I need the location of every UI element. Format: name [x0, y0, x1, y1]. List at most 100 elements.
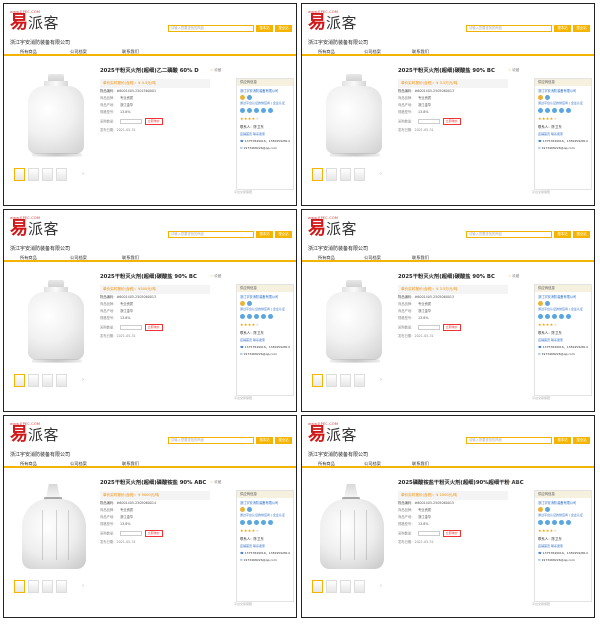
- collect-button[interactable]: ☆ 收藏: [210, 68, 221, 73]
- thumbnail[interactable]: [326, 374, 337, 387]
- quantity-input[interactable]: [119, 325, 142, 330]
- search-all-button[interactable]: 搜全站: [275, 437, 292, 444]
- thumbnail[interactable]: [42, 580, 53, 593]
- search-input[interactable]: 请输入您要查找的商品: [466, 231, 552, 238]
- thumbnail[interactable]: [56, 168, 67, 181]
- thumbnail[interactable]: [14, 374, 25, 387]
- search-input[interactable]: 请输入您要查找的商品: [168, 25, 254, 32]
- collect-button[interactable]: ☆ 收藏: [210, 480, 221, 485]
- thumbnail[interactable]: [56, 580, 67, 593]
- product-image[interactable]: [312, 478, 388, 574]
- nav-company-home[interactable]: 公司档案: [364, 255, 381, 261]
- next-arrow-icon[interactable]: ›: [380, 171, 382, 177]
- thumbnail[interactable]: [354, 580, 365, 593]
- thumbnail[interactable]: [312, 580, 323, 593]
- site-logo[interactable]: www.EPEC.COM 易 派客: [10, 10, 59, 36]
- product-image[interactable]: [312, 272, 388, 368]
- enquiry-button[interactable]: 立即询价: [442, 530, 461, 537]
- enquiry-button[interactable]: 立即询价: [442, 324, 461, 331]
- nav-company-home[interactable]: 公司档案: [70, 461, 87, 467]
- thumbnail[interactable]: [354, 374, 365, 387]
- thumbnail[interactable]: [340, 168, 351, 181]
- nav-contact[interactable]: 联系我们: [122, 255, 139, 261]
- store-links[interactable]: 店铺首页 联系卖家: [535, 131, 591, 138]
- enquiry-button[interactable]: 立即询价: [442, 118, 461, 125]
- search-site-button[interactable]: 搜本站: [256, 25, 273, 32]
- search-input[interactable]: 请输入您要查找的商品: [168, 231, 254, 238]
- store-links[interactable]: 店铺首页 联系卖家: [237, 543, 293, 550]
- search-site-button[interactable]: 搜本站: [256, 231, 273, 238]
- thumbnail[interactable]: [28, 374, 39, 387]
- collect-button[interactable]: ☆ 收藏: [508, 480, 519, 485]
- next-arrow-icon[interactable]: ›: [82, 583, 84, 589]
- next-arrow-icon[interactable]: ›: [82, 171, 84, 177]
- thumbnail[interactable]: [340, 580, 351, 593]
- thumbnail[interactable]: [354, 168, 365, 181]
- store-links[interactable]: 店铺首页 联系卖家: [535, 337, 591, 344]
- nav-company-home[interactable]: 公司档案: [364, 49, 381, 55]
- thumbnail[interactable]: [42, 168, 53, 181]
- site-logo[interactable]: www.EPEC.COM 易 派客: [10, 216, 59, 242]
- nav-all-goods[interactable]: 所有商品: [318, 49, 335, 55]
- quantity-input[interactable]: [417, 119, 440, 124]
- site-logo[interactable]: www.EPEC.COM 易 派客: [308, 216, 357, 242]
- thumbnail[interactable]: [56, 374, 67, 387]
- next-arrow-icon[interactable]: ›: [380, 377, 382, 383]
- store-links[interactable]: 店铺首页 联系卖家: [237, 337, 293, 344]
- quantity-input[interactable]: [417, 531, 440, 536]
- search-all-button[interactable]: 搜全站: [573, 437, 590, 444]
- quantity-input[interactable]: [119, 531, 142, 536]
- search-all-button[interactable]: 搜全站: [573, 231, 590, 238]
- product-image[interactable]: [14, 478, 90, 574]
- collect-button[interactable]: ☆ 收藏: [508, 274, 519, 279]
- nav-contact[interactable]: 联系我们: [412, 49, 429, 55]
- enquiry-button[interactable]: 立即询价: [144, 118, 163, 125]
- store-name[interactable]: 浙江宇安消防装备有限公司: [535, 86, 591, 94]
- site-logo[interactable]: www.EPEC.COM 易 派客: [10, 422, 59, 448]
- collect-button[interactable]: ☆ 收藏: [210, 274, 221, 279]
- nav-contact[interactable]: 联系我们: [412, 461, 429, 467]
- site-logo[interactable]: www.EPEC.COM 易 派客: [308, 422, 357, 448]
- thumbnail[interactable]: [326, 168, 337, 181]
- thumbnail[interactable]: [312, 374, 323, 387]
- nav-contact[interactable]: 联系我们: [122, 461, 139, 467]
- search-site-button[interactable]: 搜本站: [554, 25, 571, 32]
- thumbnail[interactable]: [14, 580, 25, 593]
- next-arrow-icon[interactable]: ›: [82, 377, 84, 383]
- thumbnail[interactable]: [14, 168, 25, 181]
- store-links[interactable]: 店铺首页 联系卖家: [237, 131, 293, 138]
- search-all-button[interactable]: 搜全站: [275, 25, 292, 32]
- product-image[interactable]: [312, 66, 388, 162]
- store-name[interactable]: 浙江宇安消防装备有限公司: [535, 498, 591, 506]
- thumbnail[interactable]: [28, 580, 39, 593]
- next-arrow-icon[interactable]: ›: [380, 583, 382, 589]
- nav-company-home[interactable]: 公司档案: [364, 461, 381, 467]
- search-input[interactable]: 请输入您要查找的商品: [466, 437, 552, 444]
- thumbnail[interactable]: [42, 374, 53, 387]
- thumbnail[interactable]: [326, 580, 337, 593]
- quantity-input[interactable]: [417, 325, 440, 330]
- nav-all-goods[interactable]: 所有商品: [318, 255, 335, 261]
- search-site-button[interactable]: 搜本站: [554, 437, 571, 444]
- store-links[interactable]: 店铺首页 联系卖家: [535, 543, 591, 550]
- store-name[interactable]: 浙江宇安消防装备有限公司: [237, 86, 293, 94]
- nav-company-home[interactable]: 公司档案: [70, 255, 87, 261]
- nav-contact[interactable]: 联系我们: [412, 255, 429, 261]
- search-input[interactable]: 请输入您要查找的商品: [466, 25, 552, 32]
- nav-company-home[interactable]: 公司档案: [70, 49, 87, 55]
- enquiry-button[interactable]: 立即询价: [144, 530, 163, 537]
- thumbnail[interactable]: [340, 374, 351, 387]
- store-name[interactable]: 浙江宇安消防装备有限公司: [237, 292, 293, 300]
- thumbnail[interactable]: [312, 168, 323, 181]
- search-site-button[interactable]: 搜本站: [554, 231, 571, 238]
- quantity-input[interactable]: [119, 119, 142, 124]
- site-logo[interactable]: www.EPEC.COM 易 派客: [308, 10, 357, 36]
- store-name[interactable]: 浙江宇安消防装备有限公司: [535, 292, 591, 300]
- nav-all-goods[interactable]: 所有商品: [20, 49, 37, 55]
- search-all-button[interactable]: 搜全站: [275, 231, 292, 238]
- enquiry-button[interactable]: 立即询价: [144, 324, 163, 331]
- search-input[interactable]: 请输入您要查找的商品: [168, 437, 254, 444]
- store-name[interactable]: 浙江宇安消防装备有限公司: [237, 498, 293, 506]
- nav-all-goods[interactable]: 所有商品: [20, 461, 37, 467]
- product-image[interactable]: [14, 272, 90, 368]
